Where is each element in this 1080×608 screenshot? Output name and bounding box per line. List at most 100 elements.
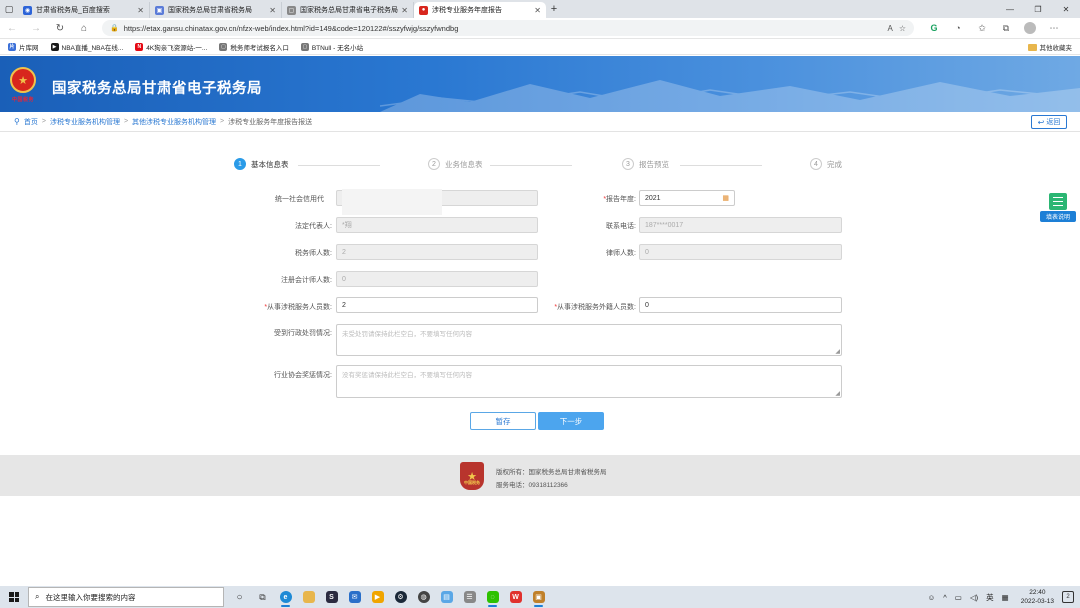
mail-icon[interactable]: ✉ <box>343 586 366 608</box>
people-icon[interactable]: ☺ <box>928 593 936 602</box>
report-year-value: 2021 <box>645 194 661 202</box>
system-clock[interactable]: 22:40 2022-03-13 <box>1021 588 1054 606</box>
redacted-area <box>342 189 442 215</box>
add-favorite-icon[interactable]: ☆ <box>899 24 906 33</box>
volume-icon[interactable]: ◁) <box>970 593 978 602</box>
refresh-extension-icon[interactable]: ◔ <box>946 18 970 39</box>
step-label: 基本信息表 <box>251 159 289 169</box>
step-number: 1 <box>234 158 246 170</box>
save-draft-button[interactable]: 暂存 <box>470 412 536 430</box>
wps-icon[interactable]: W <box>504 586 527 608</box>
app-icon-dark[interactable]: S <box>320 586 343 608</box>
package-app-icon[interactable]: ▣ <box>527 586 550 608</box>
bookmark-2[interactable]: N 4K狗亲飞资源站-一... <box>135 42 207 52</box>
bookmark-1[interactable]: ▶ NBA直播_NBA在线... <box>50 42 123 52</box>
tab-label: 涉税专业服务年度报告 <box>432 7 502 14</box>
notes-app-icon[interactable]: ▤ <box>435 586 458 608</box>
fill-instructions-label: 填表说明 <box>1040 211 1076 222</box>
breadcrumb-home[interactable]: 首页 <box>24 117 38 127</box>
award-textarea[interactable]: 没有奖惩请保持此栏空白，不要填写任何内容 ◢ <box>336 365 842 398</box>
tab-2[interactable]: ▢ 国家税务总局甘肃省电子税务局 ✕ <box>282 2 414 18</box>
home-icon[interactable]: ⌂ <box>72 18 96 39</box>
return-arrow-icon: ↩ <box>1037 117 1045 127</box>
minimize-icon[interactable]: — <box>996 0 1024 18</box>
bookmark-icon: ▢ <box>300 42 309 51</box>
other-favorites[interactable]: 其他收藏夹 <box>1027 42 1073 52</box>
notification-center-icon[interactable]: 2 <box>1062 591 1074 603</box>
globe-icon[interactable]: ◍ <box>412 586 435 608</box>
taskbar-apps: ○ ⧉ e S ✉ ▶ ⚙ ◍ ▤ ☰ ◌ W ▣ <box>228 586 550 608</box>
other-favorites-label: 其他收藏夹 <box>1039 45 1073 52</box>
step-complete: 4 完成 <box>810 158 842 170</box>
collections-icon[interactable]: ⧉ <box>994 18 1018 39</box>
tab-favicon: ● <box>419 5 428 15</box>
back-arrow-icon[interactable]: ← <box>0 18 24 39</box>
staff-count-input[interactable]: 2 <box>336 297 538 313</box>
reload-icon[interactable]: ↻ <box>48 18 72 39</box>
tab-0[interactable]: ◉ 甘肃省税务局_百度搜索 ✕ <box>18 2 150 18</box>
restore-icon[interactable]: ❐ <box>1024 0 1052 18</box>
task-view-icon[interactable]: ⧉ <box>251 586 274 608</box>
breadcrumb-service-mgmt[interactable]: 涉税专业服务机构管理 <box>50 117 120 127</box>
steam-icon[interactable]: ⚙ <box>389 586 412 608</box>
step-report-preview: 3 报告预览 <box>622 158 669 170</box>
calendar-icon[interactable]: ▦ <box>722 194 729 202</box>
bookmark-0[interactable]: 片片库网 <box>8 42 39 52</box>
forward-arrow-icon[interactable]: → <box>24 18 48 39</box>
bookmark-3[interactable]: ▢ 税务师考试报名入口 <box>219 42 289 52</box>
start-button[interactable] <box>0 586 28 608</box>
tab-label: 国家税务总局甘肃省税务局 <box>168 7 252 14</box>
file-explorer-icon[interactable] <box>297 586 320 608</box>
close-window-icon[interactable]: ✕ <box>1052 0 1080 18</box>
extension-icon[interactable]: G <box>922 18 946 39</box>
profile-icon[interactable] <box>1018 18 1042 39</box>
url-text: https://etax.gansu.chinatax.gov.cn/nfzx-… <box>123 23 459 33</box>
edge-browser-icon[interactable]: e <box>274 586 297 608</box>
resize-grip-icon[interactable]: ◢ <box>835 348 840 355</box>
bookmark-4[interactable]: ▢ BTNull - 无名小站 <box>300 42 363 52</box>
back-button-label: 返回 <box>1046 119 1061 126</box>
step-business-info: 2 业务信息表 <box>428 158 483 170</box>
media-player-icon[interactable]: ▶ <box>366 586 389 608</box>
chat-app-icon[interactable]: ☰ <box>458 586 481 608</box>
breadcrumb-separator: > <box>123 118 129 125</box>
award-label: 行业协会奖惩情况: <box>274 372 332 379</box>
close-icon[interactable]: ✕ <box>269 6 276 15</box>
penalty-textarea[interactable]: 未受处罚请保持此栏空白，不要填写任何内容 ◢ <box>336 324 842 356</box>
award-placeholder: 没有奖惩请保持此栏空白，不要填写任何内容 <box>342 372 472 379</box>
breadcrumb-separator: > <box>41 118 46 125</box>
bookmark-label: 片库网 <box>19 44 39 52</box>
step-number: 2 <box>428 158 440 170</box>
close-icon[interactable]: ✕ <box>137 6 144 15</box>
foreign-staff-input[interactable]: 0 <box>639 297 842 313</box>
ime-indicator[interactable]: 英 <box>986 592 994 603</box>
tab-1[interactable]: ▣ 国家税务总局甘肃省税务局 ✕ <box>150 2 282 18</box>
show-hidden-icon[interactable]: ^ <box>943 593 947 602</box>
cortana-icon[interactable]: ○ <box>228 586 251 608</box>
favorites-icon[interactable]: ✩ <box>970 18 994 39</box>
fill-instructions-widget[interactable]: 填表说明 <box>1040 193 1076 223</box>
close-icon[interactable]: ✕ <box>534 6 541 15</box>
report-year-picker[interactable]: 2021 ▦ <box>639 190 735 206</box>
taskbar-search-box[interactable]: ⌕ 在这里输入你要搜索的内容 <box>28 587 224 607</box>
step-connector <box>298 165 380 166</box>
tab-favicon: ◉ <box>23 5 32 15</box>
resize-grip-icon[interactable]: ◢ <box>835 390 840 397</box>
back-button[interactable]: ↩ 返回 <box>1031 115 1067 129</box>
url-field[interactable]: 🔒 https://etax.gansu.chinatax.gov.cn/nfz… <box>102 20 914 36</box>
site-footer: ★ 中国税务 版权所有：国家税务总局甘肃省税务局 服务电话：09318112366 <box>0 455 1080 496</box>
tab-3-active[interactable]: ● 涉税专业服务年度报告 ✕ <box>414 2 546 18</box>
app-tray-icon[interactable]: ▦ <box>1002 593 1009 602</box>
wechat-icon[interactable]: ◌ <box>481 586 504 608</box>
step-connector <box>490 165 572 166</box>
next-step-button[interactable]: 下一步 <box>538 412 604 430</box>
tab-actions-icon[interactable]: ▢ <box>0 0 18 18</box>
read-aloud-icon[interactable]: A <box>887 24 892 33</box>
new-tab-icon[interactable]: + <box>546 3 562 15</box>
more-menu-icon[interactable]: ⋯ <box>1042 18 1066 39</box>
step-number: 3 <box>622 158 634 170</box>
credit-code-label: 统一社会信用代 <box>275 196 324 203</box>
close-icon[interactable]: ✕ <box>401 6 408 15</box>
breadcrumb-other-service-mgmt[interactable]: 其他涉税专业服务机构管理 <box>132 117 216 127</box>
network-icon[interactable]: ▭ <box>955 593 962 602</box>
